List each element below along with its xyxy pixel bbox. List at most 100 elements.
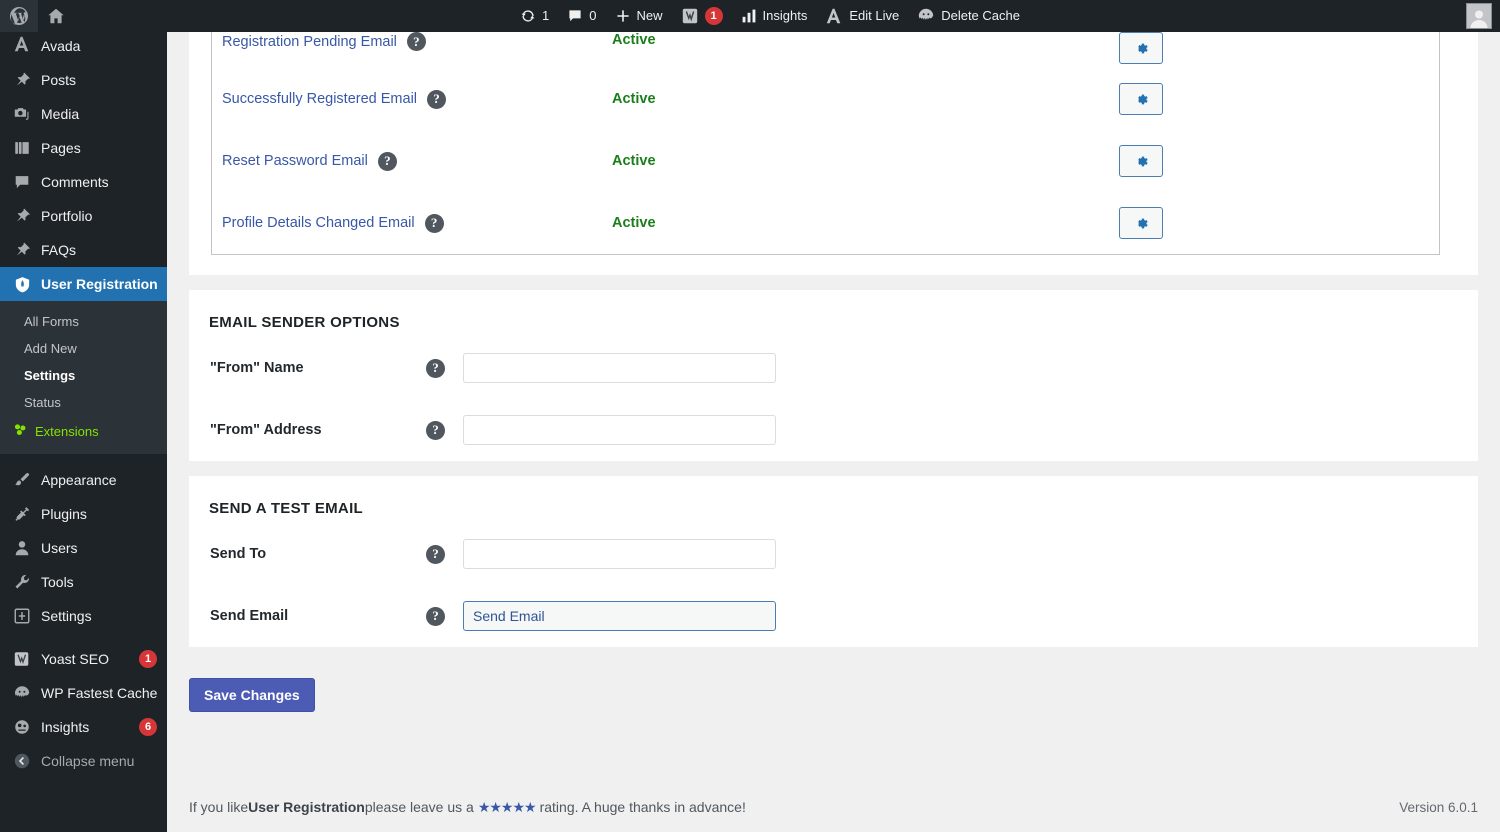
edit-live-label: Edit Live [849, 8, 900, 23]
new-content-label: New [636, 8, 663, 23]
delete-cache-button[interactable]: Delete Cache [908, 0, 1029, 32]
yoast-seo-badge: 1 [704, 7, 723, 25]
sidebar-item-insights[interactable]: Insights 6 [0, 710, 167, 744]
sidebar-item-label: Posts [41, 72, 77, 88]
yoast-seo-adminbar-button[interactable]: 1 [672, 0, 732, 32]
submenu-item-label: Extensions [35, 423, 99, 439]
from-address-row: "From" Address ? [189, 399, 1478, 461]
footer-plugin-name: User Registration [248, 799, 365, 815]
admin-bar: 1 0 New 1 Insights Edit Live Delete Cach… [0, 0, 1500, 32]
sidebar-item-portfolio[interactable]: Portfolio [0, 199, 167, 233]
submenu-item-all-forms[interactable]: All Forms [0, 308, 167, 335]
from-name-input[interactable] [463, 353, 776, 383]
comments-button[interactable]: 0 [558, 0, 605, 32]
help-icon[interactable]: ? [377, 151, 397, 171]
email-action-cell [962, 145, 1427, 177]
help-icon[interactable]: ? [426, 420, 445, 440]
plug-icon [12, 504, 32, 524]
sidebar-item-pages[interactable]: Pages [0, 131, 167, 165]
comment-bubble-icon [12, 172, 32, 192]
sidebar-item-users[interactable]: Users [0, 531, 167, 565]
sidebar-item-label: Settings [41, 608, 92, 624]
help-icon[interactable]: ? [424, 213, 444, 233]
email-action-cell [962, 83, 1427, 115]
rating-stars[interactable]: ★★★★★ [478, 799, 537, 816]
insights-adminbar-button[interactable]: Insights [732, 0, 817, 32]
status-badge: Active [612, 215, 656, 231]
admin-sidebar: Avada Posts Media Pages Comments Portfol… [0, 32, 167, 832]
sidebar-item-tools[interactable]: Tools [0, 565, 167, 599]
sidebar-item-media[interactable]: Media [0, 97, 167, 131]
site-home-button[interactable] [38, 0, 74, 32]
submenu-item-label: Status [24, 395, 61, 410]
section-title: SEND A TEST EMAIL [209, 500, 363, 517]
sidebar-item-label: Insights [41, 719, 90, 735]
from-name-control [463, 353, 776, 383]
user-registration-submenu: All Forms Add New Settings Status Extens… [0, 301, 167, 454]
email-template-link[interactable]: Profile Details Changed Email [222, 215, 415, 231]
from-address-input[interactable] [463, 415, 776, 445]
table-row: Reset Password Email ? Active [212, 130, 1439, 192]
help-icon[interactable]: ? [426, 544, 445, 564]
updates-button[interactable]: 1 [511, 0, 558, 32]
sidebar-item-yoast-seo[interactable]: Yoast SEO 1 [0, 642, 167, 676]
settings-sliders-icon [12, 606, 32, 626]
save-button[interactable]: Save Changes [189, 678, 315, 712]
sidebar-item-user-registration[interactable]: User Registration [0, 267, 167, 301]
sidebar-item-label: Users [41, 540, 78, 556]
collapse-menu-button[interactable]: Collapse menu [0, 744, 167, 778]
insights-badge: 6 [139, 718, 157, 736]
email-action-cell [962, 32, 1427, 64]
sidebar-item-posts[interactable]: Posts [0, 63, 167, 97]
gear-icon[interactable] [1119, 32, 1163, 64]
plus-icon [615, 8, 631, 24]
sidebar-item-wp-fastest-cache[interactable]: WP Fastest Cache [0, 676, 167, 710]
email-template-link[interactable]: Registration Pending Email [222, 34, 397, 50]
footer-text-middle: please leave us a [364, 799, 474, 815]
sidebar-item-settings[interactable]: Settings [0, 599, 167, 633]
send-email-label: Send Email [210, 608, 289, 624]
status-badge: Active [612, 153, 656, 169]
help-icon[interactable]: ? [426, 606, 445, 626]
pages-icon [12, 138, 32, 158]
sidebar-item-label: Yoast SEO [41, 651, 109, 667]
send-email-row: Send Email ? Send Email [189, 585, 1478, 647]
sidebar-item-label: Media [41, 106, 80, 122]
sidebar-item-comments[interactable]: Comments [0, 165, 167, 199]
paintbrush-icon [12, 470, 32, 490]
avatar[interactable] [1466, 3, 1493, 29]
sidebar-item-avada[interactable]: Avada [0, 32, 167, 54]
submenu-item-extensions[interactable]: Extensions [0, 416, 167, 446]
help-icon[interactable]: ? [406, 32, 426, 51]
table-row: Profile Details Changed Email ? Active [212, 192, 1439, 254]
submenu-item-settings[interactable]: Settings [0, 362, 167, 389]
gear-icon[interactable] [1119, 207, 1163, 239]
gear-icon[interactable] [1119, 83, 1163, 115]
avada-icon [825, 7, 843, 25]
send-to-input[interactable] [463, 539, 776, 569]
email-template-link[interactable]: Successfully Registered Email [222, 91, 417, 107]
email-template-link[interactable]: Reset Password Email [222, 153, 368, 169]
help-icon[interactable]: ? [427, 89, 447, 109]
sidebar-item-faqs[interactable]: FAQs [0, 233, 167, 267]
send-email-button[interactable]: Send Email [463, 601, 776, 631]
submenu-item-label: Add New [24, 341, 77, 356]
sidebar-separator [0, 54, 167, 63]
submenu-item-status[interactable]: Status [0, 389, 167, 416]
pin-icon [12, 206, 32, 226]
sidebar-item-plugins[interactable]: Plugins [0, 497, 167, 531]
submenu-item-add-new[interactable]: Add New [0, 335, 167, 362]
new-content-button[interactable]: New [606, 0, 672, 32]
sidebar-item-label: Comments [41, 174, 109, 190]
sidebar-item-appearance[interactable]: Appearance [0, 463, 167, 497]
delete-cache-label: Delete Cache [941, 8, 1020, 23]
edit-live-button[interactable]: Edit Live [816, 0, 908, 32]
help-icon[interactable]: ? [426, 358, 445, 378]
insights-adminbar-label: Insights [762, 8, 808, 23]
gear-icon[interactable] [1119, 145, 1163, 177]
extensions-icon [13, 422, 28, 440]
wordpress-logo-button[interactable] [0, 0, 38, 32]
pin-icon [12, 70, 32, 90]
send-test-email-panel: SEND A TEST EMAIL Send To ? Send Email ?… [189, 476, 1478, 647]
footer-credit: If you like User Registration please lea… [189, 799, 746, 816]
